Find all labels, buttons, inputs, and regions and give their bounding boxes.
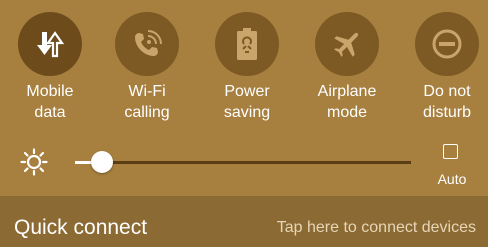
data-arrows-icon[interactable] — [18, 12, 82, 76]
quick-connect-bar[interactable]: Quick connect Tap here to connect device… — [0, 196, 488, 247]
quick-connect-hint: Tap here to connect devices — [276, 219, 476, 236]
auto-brightness-label: Auto — [437, 171, 467, 187]
toggle-power-saving[interactable]: Power saving — [197, 0, 297, 130]
do-not-disturb-icon[interactable] — [415, 12, 479, 76]
brightness-control: Auto — [0, 138, 488, 193]
toggle-label: Power saving — [223, 83, 271, 121]
toggle-mobile-data[interactable]: Mobile data — [0, 0, 100, 130]
airplane-icon[interactable] — [315, 12, 379, 76]
quick-connect-title: Quick connect — [14, 216, 148, 239]
wifi-calling-icon[interactable] — [115, 12, 179, 76]
brightness-slider-thumb[interactable] — [91, 151, 113, 173]
quick-settings-toggles: Mobile data Wi-Fi calling Power saving A… — [0, 0, 488, 135]
brightness-sun-icon — [20, 148, 48, 176]
brightness-slider[interactable] — [75, 161, 411, 164]
auto-brightness-checkbox[interactable] — [443, 144, 458, 159]
toggle-wifi-calling[interactable]: Wi-Fi calling — [97, 0, 197, 130]
toggle-airplane-mode[interactable]: Airplane mode — [297, 0, 397, 130]
toggle-label: Do not disturb — [422, 83, 472, 121]
toggle-label: Mobile data — [26, 83, 74, 121]
toggle-label: Wi-Fi calling — [124, 83, 170, 121]
toggle-do-not-disturb[interactable]: Do not disturb — [397, 0, 488, 130]
toggle-label: Airplane mode — [317, 83, 377, 121]
battery-saver-icon[interactable] — [215, 12, 279, 76]
